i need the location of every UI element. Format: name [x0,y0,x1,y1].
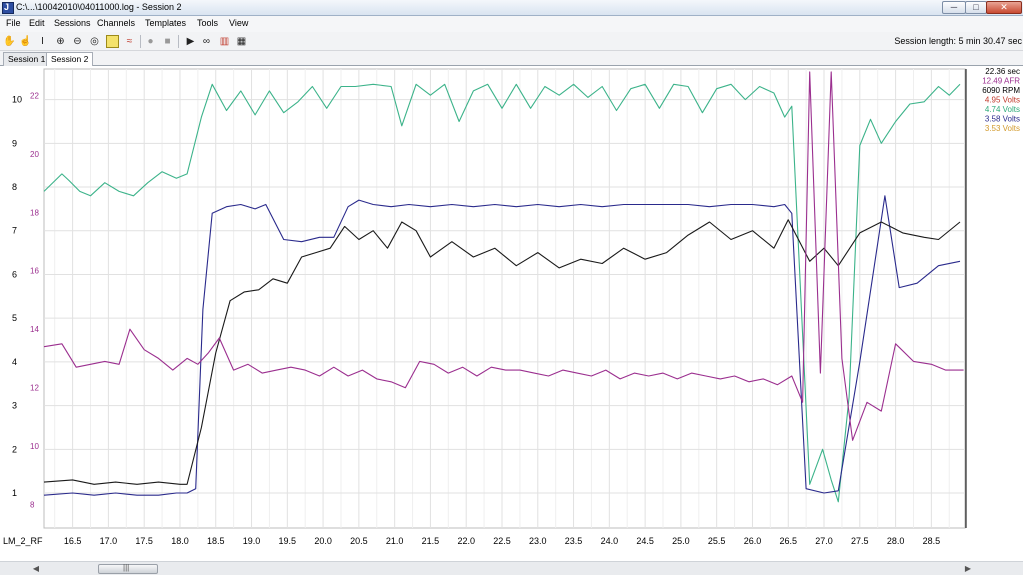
readout-value: 3.58 Volts [985,115,1020,124]
afr-tick-label: 18 [30,208,39,217]
scroll-left-icon[interactable]: ◀ [30,564,42,574]
volts-tick-label: 1 [12,488,17,498]
menu-edit[interactable]: Edit [29,18,45,28]
record-icon[interactable]: ● [144,35,157,48]
chart-icon[interactable]: ▥ [218,35,231,48]
scroll-right-icon[interactable]: ▶ [962,564,974,574]
menu-channels[interactable]: Channels [97,18,135,28]
x-tick-label: 28.5 [923,536,941,546]
close-button[interactable]: ✕ [986,1,1022,14]
tab-session-1[interactable]: Session 1 [3,52,51,66]
app-icon[interactable]: J [2,2,14,14]
x-tick-label: 23.5 [565,536,583,546]
x-tick-label: 21.5 [422,536,440,546]
x-tick-label: 19.0 [243,536,261,546]
session-tabs: Session 1 Session 2 [0,51,1023,67]
readout-value: 22.36 sec [985,67,1020,76]
log-chart[interactable]: 16.5 17.0 17.5 18.0 18.5 19.0 19.5 20.0 20.5 21.0… [0,66,1023,561]
toolbar-separator [140,35,141,48]
menu-tools[interactable]: Tools [197,18,218,28]
x-tick-label: 25.0 [672,536,690,546]
volts-tick-label: 9 [12,138,17,148]
volts-tick-label: 7 [12,226,17,236]
readout-value: 4.95 Volts [985,96,1020,105]
x-tick-label: 18.5 [207,536,225,546]
volts-tick-label: 2 [12,444,17,454]
x-tick-label: 24.0 [601,536,619,546]
zoom-fit-icon[interactable]: ◎ [88,35,101,48]
menu-templates[interactable]: Templates [145,18,186,28]
plot-area [43,68,966,529]
stop-icon[interactable]: ■ [161,35,174,48]
x-tick-label: 25.5 [708,536,726,546]
x-tick-label: 20.0 [314,536,332,546]
readout-value: 3.53 Volts [985,124,1020,133]
x-tick-label: 28.0 [887,536,905,546]
title-bar: J C:\...\10042010\04011000.log - Session… [0,0,1023,16]
afr-tick-label: 16 [30,267,39,276]
scroll-thumb[interactable]: ||| [98,563,158,574]
x-tick-label: 22.5 [493,536,511,546]
play-icon[interactable]: ▶ [184,35,197,48]
zoom-out-icon[interactable]: ⊖ [71,35,84,48]
menu-file[interactable]: File [6,18,21,28]
hand-icon[interactable]: ✋ [3,35,16,48]
x-tick-label: 24.5 [636,536,654,546]
table-icon[interactable]: ▦ [235,35,248,48]
menu-bar: File Edit Sessions Channels Templates To… [0,16,1023,32]
minimize-button[interactable]: ─ [942,1,966,14]
afr-tick-label: 22 [30,91,39,100]
horizontal-scrollbar[interactable]: ◀ ||| ▶ [0,561,1023,575]
readout-value: 12.49 AFR [982,77,1020,86]
tab-session-2[interactable]: Session 2 [46,52,94,67]
afr-tick-label: 14 [30,325,39,334]
menu-sessions[interactable]: Sessions [54,18,91,28]
maximize-button[interactable]: □ [965,1,987,14]
x-tick-label: 22.0 [457,536,475,546]
menu-view[interactable]: View [229,18,248,28]
volts-tick-label: 6 [12,269,17,279]
x-tick-label: 27.5 [851,536,869,546]
chart-area[interactable]: 16.5 17.0 17.5 18.0 18.5 19.0 19.5 20.0 20.5 21.0… [0,66,1023,561]
volts-tick-label: 3 [12,401,17,411]
afr-tick-label: 12 [30,384,39,393]
x-tick-label: 18.0 [171,536,189,546]
x-tick-label: 26.5 [779,536,797,546]
x-tick-label: 26.0 [744,536,762,546]
marker-icon[interactable] [106,35,119,48]
session-length: Session length: 5 min 30.47 sec [894,36,1022,46]
zoom-in-icon[interactable]: ⊕ [54,35,67,48]
volts-tick-label: 10 [12,95,22,105]
x-tick-label: 16.5 [64,536,82,546]
x-tick-label: 21.0 [386,536,404,546]
volts-tick-label: 5 [12,313,17,323]
afr-tick-label: 20 [30,150,39,159]
toolbar-separator [178,35,179,48]
x-tick-label: 17.0 [100,536,118,546]
readout-value: 6090 RPM [982,86,1020,95]
afr-tick-label: 10 [30,442,39,451]
volts-tick-label: 8 [12,182,17,192]
x-axis-label: LM_2_RF [3,536,43,546]
readout-value: 4.74 Volts [985,105,1020,114]
cursor-icon[interactable]: I [36,35,49,48]
volts-tick-label: 4 [12,357,17,367]
binoculars-icon[interactable]: ∞ [200,35,213,48]
select-icon[interactable]: ☝ [19,35,32,48]
x-tick-label: 20.5 [350,536,368,546]
x-tick-label: 17.5 [135,536,153,546]
afr-tick-label: 8 [30,501,35,510]
x-tick-label: 27.0 [815,536,833,546]
x-tick-label: 23.0 [529,536,547,546]
x-tick-label: 19.5 [279,536,297,546]
toolbar: ✋ ☝ I ⊕ ⊖ ◎ ≈ ● ■ ▶ ∞ ▥ ▦ Session length… [0,32,1023,51]
window-title: C:\...\10042010\04011000.log - Session 2 [16,2,182,12]
compare-icon[interactable]: ≈ [123,35,136,48]
